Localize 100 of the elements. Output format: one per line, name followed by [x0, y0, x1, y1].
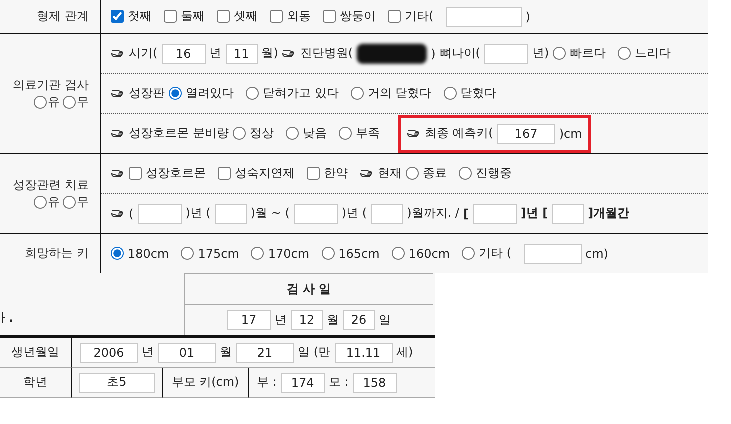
radio-button[interactable] — [459, 167, 472, 180]
form-label: 년 — [275, 312, 287, 328]
form-label: 성장판 — [129, 85, 165, 102]
option-label: 셋째 — [234, 8, 258, 25]
radio-button[interactable] — [338, 127, 352, 140]
form-label: cm) — [586, 246, 608, 260]
input-field[interactable] — [371, 204, 404, 224]
note-text: ㅏ. — [0, 310, 14, 327]
checkbox[interactable] — [217, 10, 230, 23]
input-field[interactable] — [484, 44, 528, 64]
input-field[interactable]: 12 — [291, 310, 323, 330]
form-label: 년 — [210, 45, 222, 62]
input-field[interactable]: 21 — [236, 342, 294, 362]
checkbox[interactable] — [218, 167, 231, 180]
form-label: )월까지. / — [407, 205, 460, 222]
form-label: 부 : — [257, 374, 277, 391]
input-field[interactable]: 2006 — [80, 342, 138, 362]
option-label: 느리다 — [635, 45, 672, 62]
input-field[interactable]: 26 — [343, 310, 375, 330]
form-label: )년 ( — [342, 205, 368, 222]
input-field[interactable]: 초5 — [79, 372, 155, 392]
option-label: 유 — [48, 194, 60, 210]
radio-button[interactable] — [63, 196, 76, 208]
form-label: 최종 예측키( — [424, 125, 494, 142]
radio-button[interactable] — [34, 196, 47, 208]
input-field[interactable]: 16 — [162, 44, 206, 64]
form-label: ]년 [ — [520, 205, 548, 222]
checkbox[interactable] — [111, 10, 124, 23]
option-label: 175cm — [198, 246, 240, 260]
option-label: 기타( — [405, 8, 434, 25]
checkbox[interactable] — [307, 167, 320, 180]
option-label: 무 — [77, 194, 89, 210]
pointing-hand-icon — [111, 89, 125, 98]
input-field[interactable] — [138, 204, 182, 224]
option-label: 종료 — [423, 165, 447, 182]
form-label: 일 — [379, 312, 391, 328]
checkbox[interactable] — [129, 167, 142, 180]
input-field[interactable]: 01 — [158, 342, 216, 362]
form-label: ) — [431, 46, 436, 60]
form-label: 시기( — [129, 45, 158, 62]
radio-button[interactable] — [444, 87, 457, 100]
option-label: 빠르다 — [570, 45, 606, 62]
checkbox[interactable] — [164, 10, 177, 23]
option-label: 열려있다 — [186, 85, 234, 102]
checkbox[interactable] — [323, 10, 336, 23]
pointing-hand-icon — [282, 49, 296, 58]
input-field[interactable]: 174 — [280, 372, 325, 392]
pointing-hand-icon — [111, 209, 125, 218]
option-label: 160cm — [408, 246, 450, 260]
pointing-hand-icon — [111, 49, 125, 58]
form-label: 년) — [532, 45, 550, 62]
form-label: )년 ( — [186, 205, 211, 222]
radio-button[interactable] — [406, 167, 419, 180]
option-label: 유 — [48, 94, 60, 110]
form-label: ]개월간 — [588, 205, 630, 222]
option-label: 쌍둥이 — [340, 8, 376, 25]
radio-button[interactable] — [232, 127, 246, 140]
radio-button[interactable] — [111, 247, 124, 260]
input-field[interactable]: 167 — [497, 124, 556, 144]
input-field[interactable]: 11.11 — [334, 342, 392, 362]
option-label: 무 — [77, 94, 89, 110]
input-field[interactable] — [214, 204, 247, 224]
option-label: 닫혔다 — [460, 85, 497, 102]
form-label: 일 (만 — [298, 344, 330, 361]
input-field[interactable] — [294, 204, 338, 224]
input-field[interactable]: 17 — [227, 310, 271, 330]
row-label: 성장관련 치료 — [13, 176, 89, 194]
radio-button[interactable] — [63, 96, 76, 108]
radio-button[interactable] — [322, 247, 335, 260]
form-label: 월 — [327, 312, 339, 328]
row-label: 희망하는 키 — [25, 245, 89, 262]
form-label: 년 — [142, 344, 154, 361]
form-label: )월 ~ ( — [250, 205, 290, 222]
radio-button[interactable] — [34, 96, 47, 108]
form-label: 모 : — [328, 374, 349, 391]
input-field[interactable] — [446, 6, 522, 26]
checkbox[interactable] — [388, 10, 401, 23]
option-label: 외동 — [287, 8, 311, 25]
radio-button[interactable] — [169, 87, 182, 100]
form-label: ) — [526, 10, 530, 24]
radio-button[interactable] — [246, 87, 259, 100]
option-label: 기타 ( — [479, 245, 512, 262]
form-label: 진단병원( — [300, 45, 354, 62]
field-label: 생년월일 — [12, 344, 60, 361]
input-field[interactable] — [524, 244, 582, 264]
radio-button[interactable] — [181, 247, 194, 260]
radio-button[interactable] — [553, 47, 566, 60]
radio-button[interactable] — [392, 247, 405, 260]
input-field[interactable]: 158 — [352, 372, 397, 392]
radio-button[interactable] — [251, 247, 264, 260]
input-field[interactable]: 11 — [226, 44, 258, 64]
radio-button[interactable] — [618, 47, 632, 60]
radio-button[interactable] — [286, 127, 299, 140]
radio-button[interactable] — [462, 247, 476, 260]
input-field[interactable] — [552, 204, 584, 224]
radio-button[interactable] — [350, 87, 364, 100]
pointing-hand-icon — [111, 129, 125, 138]
input-field[interactable] — [472, 204, 517, 224]
option-label: 165cm — [338, 246, 380, 260]
checkbox[interactable] — [270, 10, 283, 23]
